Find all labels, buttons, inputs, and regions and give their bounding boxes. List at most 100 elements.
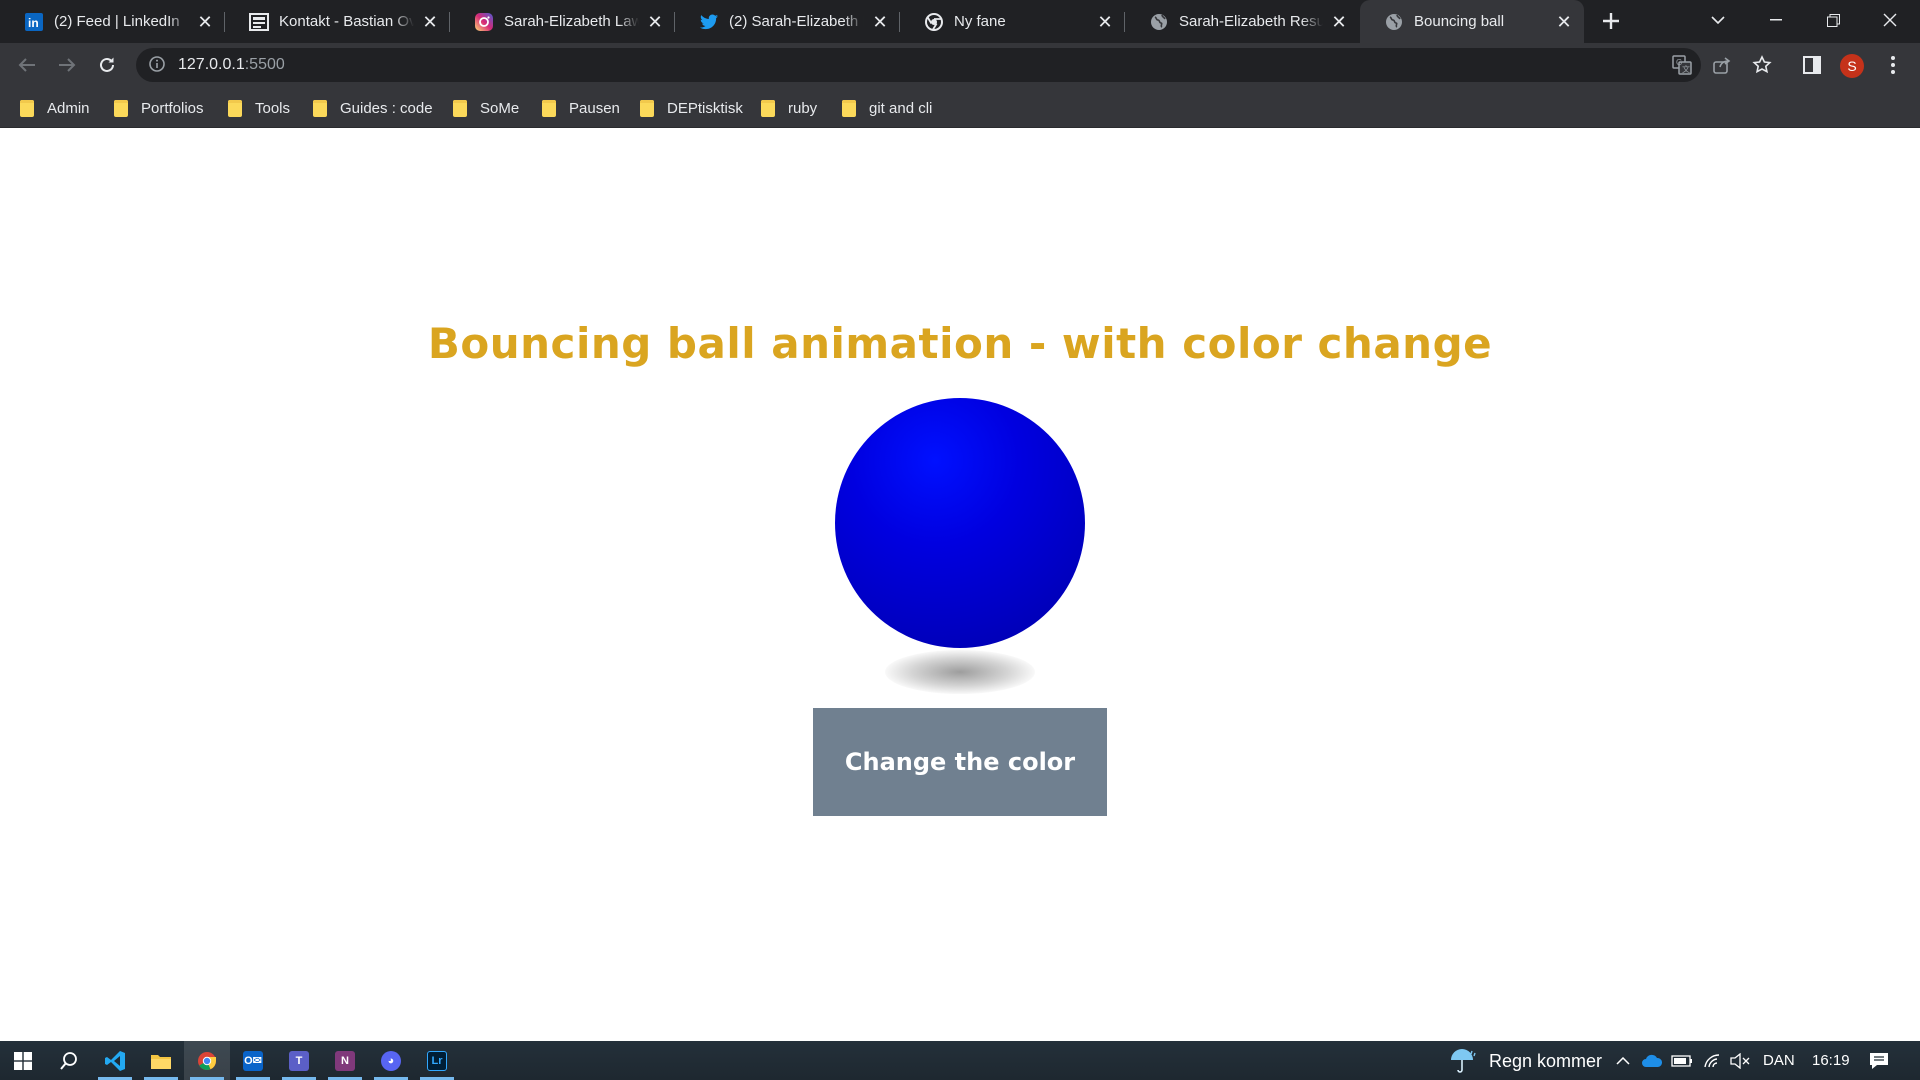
tab-resume[interactable]: Sarah-Elizabeth Resur ✕ bbox=[1125, 0, 1359, 43]
side-panel-icon[interactable] bbox=[1799, 52, 1825, 78]
notifications-icon[interactable] bbox=[1868, 1050, 1890, 1072]
tab-title: Kontakt - Bastian Over bbox=[279, 13, 414, 30]
tab-twitter[interactable]: (2) Sarah-Elizabeth La ✕ bbox=[675, 0, 900, 43]
vscode-icon bbox=[105, 1050, 125, 1071]
back-button[interactable] bbox=[11, 49, 43, 81]
bookmark-folder-deptisktisk[interactable]: DEPtisktisk bbox=[640, 97, 743, 119]
restore-button[interactable] bbox=[1805, 0, 1861, 40]
tab-title: Bouncing ball bbox=[1414, 13, 1505, 30]
windows-logo-icon bbox=[14, 1051, 32, 1070]
taskbar-file-explorer[interactable] bbox=[138, 1041, 184, 1080]
tab-title: Sarah-Elizabeth Resur bbox=[1179, 13, 1323, 30]
bookmark-folder-guides-code[interactable]: Guides : code bbox=[313, 97, 433, 119]
close-tab-icon[interactable]: ✕ bbox=[195, 12, 215, 32]
close-tab-icon[interactable]: ✕ bbox=[1329, 12, 1349, 32]
bookmark-label: SoMe bbox=[480, 99, 520, 117]
close-window-button[interactable] bbox=[1862, 0, 1918, 40]
weather-text[interactable]: Regn kommer bbox=[1489, 1051, 1602, 1072]
onedrive-cloud-icon[interactable] bbox=[1641, 1050, 1663, 1072]
windows-start-button[interactable] bbox=[0, 1041, 46, 1080]
taskbar-vscode[interactable] bbox=[92, 1041, 138, 1080]
search-icon bbox=[60, 1051, 77, 1070]
folder-icon bbox=[542, 99, 556, 117]
close-tab-icon[interactable]: ✕ bbox=[1554, 12, 1574, 32]
bookmark-folder-portfolios[interactable]: Portfolios bbox=[114, 97, 204, 119]
input-language[interactable]: DAN bbox=[1763, 1052, 1795, 1069]
tab-strip: in (2) Feed | LinkedIn ✕ Kontakt - Basti… bbox=[0, 0, 1920, 43]
speaker-muted-icon[interactable] bbox=[1729, 1050, 1751, 1072]
change-color-button[interactable]: Change the color bbox=[813, 708, 1107, 816]
page-content: Bouncing ball animation - with color cha… bbox=[0, 128, 1920, 1041]
address-bar[interactable]: 127.0.0.1:5500 G文 bbox=[136, 48, 1701, 82]
reload-button[interactable] bbox=[91, 49, 123, 81]
url-text[interactable]: 127.0.0.1:5500 bbox=[178, 56, 285, 74]
teams-icon: T bbox=[289, 1050, 309, 1071]
browser-toolbar: 127.0.0.1:5500 G文 S bbox=[0, 43, 1920, 87]
chrome-icon bbox=[924, 12, 944, 32]
minimize-button[interactable] bbox=[1748, 0, 1804, 40]
bookmark-label: ruby bbox=[788, 99, 818, 117]
page-title: Bouncing ball animation - with color cha… bbox=[427, 319, 1493, 368]
forward-button[interactable] bbox=[51, 49, 83, 81]
lightroom-icon: Lr bbox=[427, 1050, 447, 1071]
taskbar-discord[interactable]: ◕ bbox=[368, 1041, 414, 1080]
folder-icon bbox=[228, 99, 242, 117]
site-info-icon[interactable] bbox=[148, 55, 168, 75]
bookmark-folder-ruby[interactable]: ruby bbox=[761, 97, 817, 119]
weather-umbrella-icon[interactable] bbox=[1448, 1047, 1478, 1075]
taskbar-lightroom[interactable]: Lr bbox=[414, 1041, 460, 1080]
tab-new-tab[interactable]: Ny fane ✕ bbox=[900, 0, 1125, 43]
close-tab-icon[interactable]: ✕ bbox=[645, 12, 665, 32]
folder-icon bbox=[453, 99, 467, 117]
bookmark-label: Portfolios bbox=[141, 99, 204, 117]
bookmark-folder-pausen[interactable]: Pausen bbox=[542, 97, 620, 119]
share-icon[interactable] bbox=[1709, 52, 1735, 78]
bookmark-folder-some[interactable]: SoMe bbox=[453, 97, 519, 119]
bookmark-folder-tools[interactable]: Tools bbox=[228, 97, 290, 119]
windows-taskbar: O✉ T N ◕ Lr Regn kommer DAN 16:19 bbox=[0, 1041, 1920, 1080]
taskbar-onenote[interactable]: N bbox=[322, 1041, 368, 1080]
bookmark-label: Pausen bbox=[569, 99, 620, 117]
instagram-icon bbox=[474, 12, 494, 32]
ball-shadow bbox=[885, 650, 1035, 694]
svg-text:文: 文 bbox=[1682, 64, 1690, 74]
outlook-icon: O✉ bbox=[243, 1050, 263, 1071]
translate-icon[interactable]: G文 bbox=[1672, 55, 1692, 75]
globe-icon bbox=[1149, 12, 1169, 32]
new-tab-button[interactable] bbox=[1598, 8, 1624, 34]
tab-kontakt[interactable]: Kontakt - Bastian Over ✕ bbox=[225, 0, 450, 43]
menu-kebab-icon[interactable] bbox=[1880, 52, 1906, 78]
bookmark-label: Admin bbox=[47, 99, 90, 117]
tab-search-button[interactable] bbox=[1690, 0, 1746, 40]
chevron-up-icon[interactable] bbox=[1612, 1050, 1634, 1072]
wifi-icon[interactable] bbox=[1701, 1050, 1723, 1072]
bookmark-label: Tools bbox=[255, 99, 291, 117]
close-tab-icon[interactable]: ✕ bbox=[870, 12, 890, 32]
onenote-icon: N bbox=[335, 1050, 355, 1071]
close-tab-icon[interactable]: ✕ bbox=[1095, 12, 1115, 32]
taskbar-chrome[interactable] bbox=[184, 1041, 230, 1080]
bookmark-star-icon[interactable] bbox=[1749, 52, 1775, 78]
clock-time[interactable]: 16:19 bbox=[1812, 1052, 1850, 1069]
svg-text:in: in bbox=[28, 16, 39, 30]
close-tab-icon[interactable]: ✕ bbox=[420, 12, 440, 32]
taskbar-teams[interactable]: T bbox=[276, 1041, 322, 1080]
tab-bouncing-ball[interactable]: Bouncing ball ✕ bbox=[1360, 0, 1584, 43]
tab-linkedin[interactable]: in (2) Feed | LinkedIn ✕ bbox=[0, 0, 225, 43]
bookmark-folder-admin[interactable]: Admin bbox=[20, 97, 90, 119]
bookmarks-bar: Admin Portfolios Tools Guides : code SoM… bbox=[0, 87, 1920, 128]
taskbar-outlook[interactable]: O✉ bbox=[230, 1041, 276, 1080]
search-button[interactable] bbox=[46, 1041, 92, 1080]
folder-icon bbox=[151, 1054, 171, 1069]
bookmark-label: Guides : code bbox=[340, 99, 433, 117]
url-host: 127.0.0.1 bbox=[178, 56, 245, 73]
tab-title: (2) Sarah-Elizabeth La bbox=[729, 13, 864, 30]
battery-icon[interactable] bbox=[1671, 1050, 1693, 1072]
linkedin-icon: in bbox=[24, 12, 44, 32]
tab-title: Sarah-Elizabeth Laws bbox=[504, 13, 639, 30]
profile-avatar[interactable]: S bbox=[1840, 54, 1864, 78]
url-port: :5500 bbox=[244, 56, 285, 73]
tab-instagram[interactable]: Sarah-Elizabeth Laws ✕ bbox=[450, 0, 675, 43]
bookmark-folder-git-and-cli[interactable]: git and cli bbox=[842, 97, 932, 119]
folder-icon bbox=[842, 99, 856, 117]
